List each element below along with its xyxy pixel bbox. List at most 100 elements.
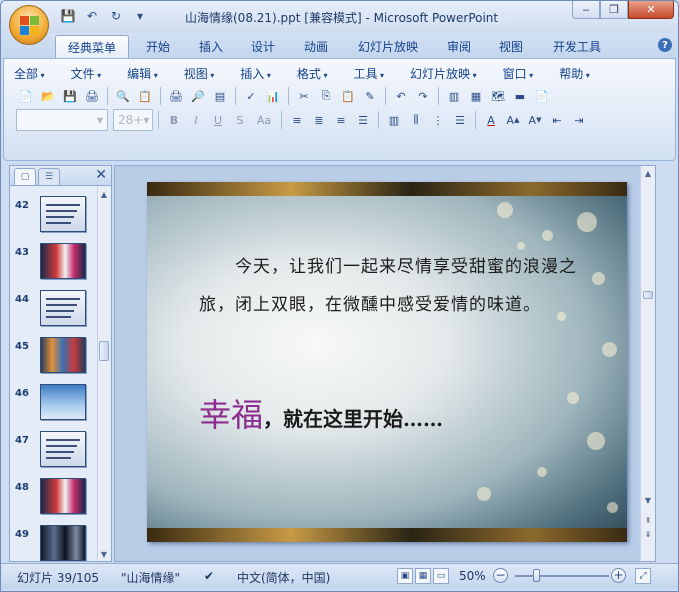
tab-slideshow[interactable]: 幻灯片放映 (345, 35, 431, 58)
justify-button[interactable]: ☰ (353, 110, 373, 130)
current-slide[interactable]: 今天，让我们一起来尽情享受甜蜜的浪漫之旅，闭上双眼，在微醺中感受爱情的味道。 幸… (147, 182, 627, 542)
scroll-thumb[interactable] (643, 291, 653, 299)
slide-thumbnail[interactable]: 47 (10, 431, 98, 471)
slide-thumbnail[interactable]: 48 (10, 478, 98, 518)
zoom-slider[interactable] (515, 575, 609, 577)
restore-button[interactable]: ❐ (600, 1, 628, 19)
tab-insert[interactable]: 插入 (187, 35, 235, 58)
shadow-button[interactable]: S (230, 110, 250, 130)
tab-review[interactable]: 审阅 (435, 35, 483, 58)
normal-view-icon[interactable]: ▣ (397, 568, 413, 584)
open-icon[interactable]: 📂 (38, 86, 58, 106)
slide-paragraph[interactable]: 今天，让我们一起来尽情享受甜蜜的浪漫之旅，闭上双眼，在微醺中感受爱情的味道。 (199, 248, 579, 324)
menu-format[interactable]: 格式 (297, 65, 328, 81)
zoom-level[interactable]: 50% (459, 569, 486, 583)
scroll-down-icon[interactable]: ▼ (642, 494, 654, 506)
underline-button[interactable]: U (208, 110, 228, 130)
scroll-up-icon[interactable]: ▲ (98, 188, 110, 200)
pane-scrollbar[interactable]: ▲ ▼ (97, 187, 110, 561)
slides-tab-icon[interactable]: ▢ (14, 168, 36, 185)
zoom-in-icon[interactable]: + (611, 568, 626, 583)
cut-icon[interactable]: ✂ (294, 86, 314, 106)
menu-slideshow[interactable]: 幻灯片放映 (410, 65, 477, 81)
undo-icon[interactable]: ↶ (83, 7, 101, 25)
align-right-button[interactable]: ≡ (331, 110, 351, 130)
tab-developer[interactable]: 开发工具 (541, 35, 613, 58)
permission-icon[interactable]: 🖨 (82, 86, 102, 106)
redo-toolbar-icon[interactable]: ↷ (413, 86, 433, 106)
slide-thumbnail[interactable]: 49 (10, 525, 98, 561)
print-preview-icon[interactable]: 🔎 (188, 86, 208, 106)
increase-indent-icon[interactable]: ⇥ (569, 110, 589, 130)
tab-classic-menu[interactable]: 经典菜单 (55, 35, 129, 58)
fit-to-window-icon[interactable]: ⤢ (635, 568, 651, 584)
columns-icon[interactable]: ▥ (384, 110, 404, 130)
slide-sorter-icon[interactable]: ▦ (415, 568, 431, 584)
text-direction-icon[interactable]: ⫼ (406, 110, 426, 130)
undo-toolbar-icon[interactable]: ↶ (391, 86, 411, 106)
font-color-icon[interactable]: A (481, 110, 501, 130)
font-size-combo[interactable]: 28+ ▾ (113, 109, 153, 131)
save-file-icon[interactable]: 💾 (60, 86, 80, 106)
research-icon[interactable]: 📊 (263, 86, 283, 106)
zoom-out-icon[interactable]: − (493, 568, 508, 583)
email-icon[interactable]: 🔍 (113, 86, 133, 106)
close-icon[interactable]: ✕ (95, 167, 107, 183)
publish-icon[interactable]: 📋 (135, 86, 155, 106)
previous-slide-icon[interactable]: ⇞ (642, 514, 654, 526)
slide-thumbnail[interactable]: 44 (10, 290, 98, 330)
spell-check-icon[interactable]: ✔ (204, 569, 214, 583)
italic-button[interactable]: I (186, 110, 206, 130)
numbering-icon[interactable]: ⋮ (428, 110, 448, 130)
minimize-button[interactable]: ‒ (572, 1, 600, 19)
close-button[interactable]: ✕ (628, 1, 674, 19)
slide-thumbnail[interactable]: 46 (10, 384, 98, 424)
format-painter-icon[interactable]: ✎ (360, 86, 380, 106)
new-slide-icon[interactable]: 📄 (532, 86, 552, 106)
office-button[interactable] (9, 5, 49, 45)
save-icon[interactable]: 💾 (59, 7, 77, 25)
insert-chart-icon[interactable]: ▥ (444, 86, 464, 106)
font-name-combo[interactable]: ▾ (16, 109, 108, 131)
menu-file[interactable]: 文件 (71, 65, 102, 81)
tab-animations[interactable]: 动画 (292, 35, 340, 58)
outline-tab-icon[interactable]: ☰ (38, 168, 60, 185)
align-left-button[interactable]: ≡ (287, 110, 307, 130)
menu-view[interactable]: 视图 (184, 65, 215, 81)
menu-all[interactable]: 全部 (14, 65, 45, 81)
language-indicator[interactable]: 中文(简体，中国) (237, 569, 330, 586)
customize-icon[interactable]: ▾ (131, 7, 149, 25)
help-icon[interactable]: ? (658, 38, 672, 52)
menu-insert[interactable]: 插入 (240, 65, 271, 81)
menu-tools[interactable]: 工具 (353, 65, 384, 81)
new-icon[interactable]: 📄 (16, 86, 36, 106)
redo-icon[interactable]: ↻ (107, 7, 125, 25)
slideshow-view-icon[interactable]: ▭ (433, 568, 449, 584)
scroll-down-icon[interactable]: ▼ (98, 548, 110, 560)
color-grayscale-icon[interactable]: ▬ (510, 86, 530, 106)
slide-thumbnail[interactable]: 45 (10, 337, 98, 377)
copy-icon[interactable]: ⎘ (316, 86, 336, 106)
menu-window[interactable]: 窗口 (503, 65, 534, 81)
shrink-font-icon[interactable]: A ▼ (525, 110, 545, 130)
zoom-slider-knob[interactable] (533, 569, 540, 582)
scroll-thumb[interactable] (99, 341, 109, 361)
slide-happiness-line[interactable]: 幸福，就在这里开始…… (199, 390, 443, 436)
bold-button[interactable]: B (164, 110, 184, 130)
tab-design[interactable]: 设计 (239, 35, 287, 58)
insert-table-icon[interactable]: ▦ (466, 86, 486, 106)
slide-thumbnail[interactable]: 42 (10, 196, 98, 236)
change-case-button[interactable]: Aa (252, 110, 276, 130)
tab-view[interactable]: 视图 (487, 35, 535, 58)
decrease-indent-icon[interactable]: ⇤ (547, 110, 567, 130)
menu-help[interactable]: 帮助 (559, 65, 590, 81)
print-icon[interactable]: 🖨 (166, 86, 186, 106)
align-center-button[interactable]: ≣ (309, 110, 329, 130)
grow-font-icon[interactable]: A ▲ (503, 110, 523, 130)
page-setup-icon[interactable]: ▤ (210, 86, 230, 106)
paste-icon[interactable]: 📋 (338, 86, 358, 106)
scroll-up-icon[interactable]: ▲ (642, 167, 654, 179)
next-slide-icon[interactable]: ⇟ (642, 528, 654, 540)
bullets-icon[interactable]: ☰ (450, 110, 470, 130)
spelling-icon[interactable]: ✓ (241, 86, 261, 106)
